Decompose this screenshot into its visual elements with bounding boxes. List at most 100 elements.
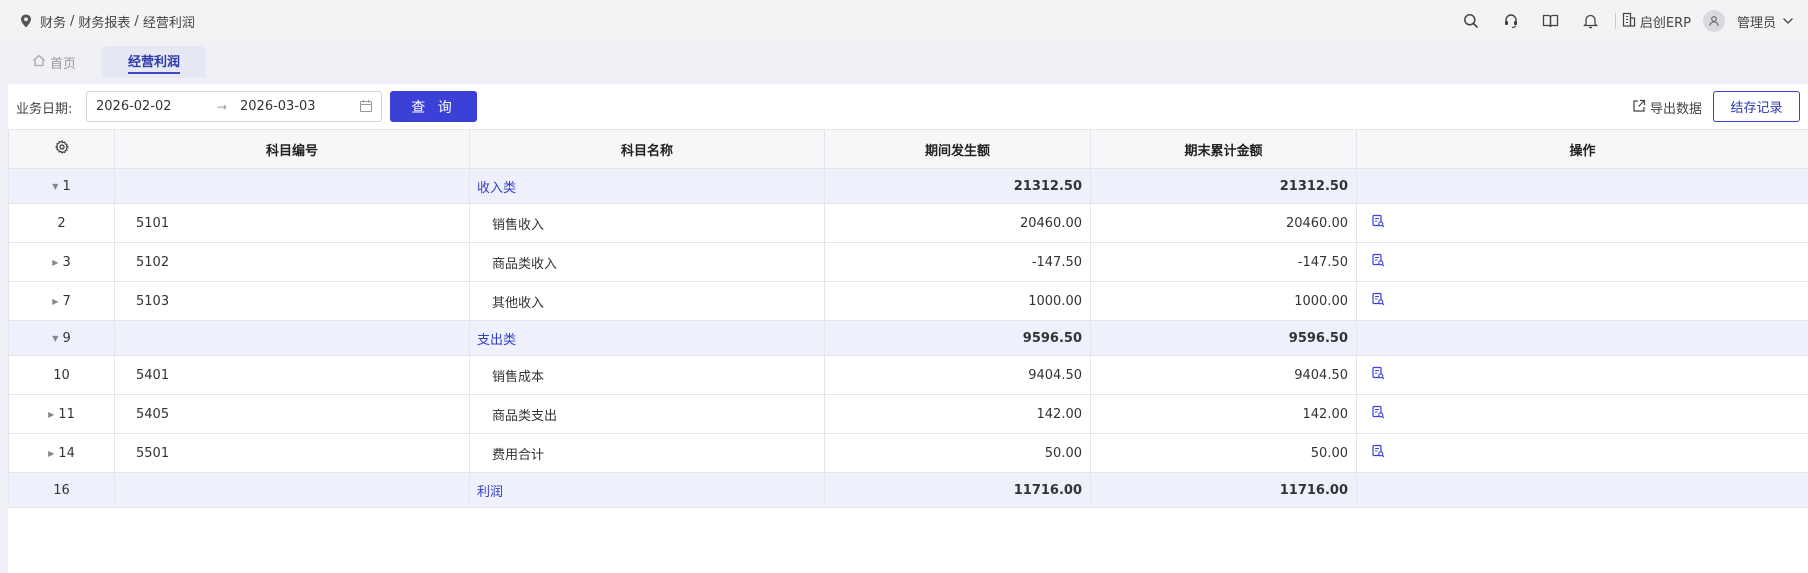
row-seq-cell: 10 [8,355,115,395]
row-seq: 10 [53,367,70,383]
expand-caret-icon[interactable]: ▶ [48,449,54,458]
actions-cell [1356,168,1808,204]
user-name: 管理员 [1736,15,1776,31]
period-amount-cell: 20460.00 [824,203,1091,243]
table-row[interactable]: 2 5101 销售收入 20460.00 20460.00 [8,203,1808,243]
actions-cell [1356,472,1808,508]
account-code-cell: 5501 [114,433,470,473]
table-row[interactable]: ▶ 11 5405 商品类支出 142.00 142.00 [8,394,1808,434]
row-seq-cell: 2 [8,203,115,243]
period-amount-cell: 9596.50 [824,320,1091,356]
breadcrumb-item-finance[interactable]: 财务 [40,12,66,31]
period-amount-cell: 21312.50 [824,168,1091,204]
view-detail-icon[interactable] [1371,214,1385,232]
group-row[interactable]: 16 利润 11716.00 11716.00 [8,472,1808,508]
view-detail-icon[interactable] [1371,405,1385,423]
view-detail-icon[interactable] [1371,292,1385,310]
date-filter-label: 业务日期: [16,102,73,117]
view-detail-icon[interactable] [1371,444,1385,462]
tab-bar: 首页 经营利润 [0,42,1808,78]
collapse-caret-icon[interactable]: ▼ [52,182,58,191]
tab-home[interactable]: 首页 [32,46,76,78]
cumulative-amount-cell: -147.50 [1090,242,1357,282]
actions-cell [1356,281,1808,321]
column-settings-header[interactable] [8,129,115,169]
actions-cell [1356,242,1808,282]
top-bar: 财务 / 财务报表 / 经营利润 启创ERP 管理员 [0,0,1808,42]
expand-caret-icon[interactable]: ▶ [48,410,54,419]
cumulative-amount-cell: 11716.00 [1090,472,1357,508]
tab-home-label: 首页 [50,56,77,72]
account-name-cell: 支出类 [469,320,825,356]
breadcrumb-item-reports[interactable]: 财务报表 [78,12,130,31]
cumulative-amount-cell: 50.00 [1090,433,1357,473]
header-tools: 启创ERP 管理员 [1451,0,1794,42]
account-name-cell: 商品类支出 [469,394,825,434]
table-row[interactable]: ▶ 14 5501 费用合计 50.00 50.00 [8,433,1808,473]
actions-cell [1356,203,1808,243]
row-seq-cell: ▶ 3 [8,242,115,282]
expand-caret-icon[interactable]: ▶ [52,258,58,267]
row-seq: 9 [62,330,71,346]
table-row[interactable]: ▶ 3 5102 商品类收入 -147.50 -147.50 [8,242,1808,282]
company-switcher[interactable]: 启创ERP [1622,12,1691,31]
table-row[interactable]: 10 5401 销售成本 9404.50 9404.50 [8,355,1808,395]
row-seq-cell: ▼ 1 [8,168,115,204]
cumulative-amount-cell: 9596.50 [1090,320,1357,356]
search-icon[interactable] [1451,13,1491,29]
account-name-cell: 收入类 [469,168,825,204]
cumulative-amount-cell: 20460.00 [1090,203,1357,243]
breadcrumb: 财务 / 财务报表 / 经营利润 [20,0,195,42]
collapse-caret-icon[interactable]: ▼ [52,334,58,343]
tab-active-label: 经营利润 [127,51,180,74]
row-seq: 2 [57,215,66,231]
chevron-down-icon [1782,14,1794,29]
filter-bar: 业务日期: 2026-02-02 → 2026-03-03 查 询 导出数据 结… [8,84,1808,128]
query-button[interactable]: 查 询 [390,91,477,122]
period-amount-cell: 9404.50 [824,355,1091,395]
actions-cell [1356,320,1808,356]
expand-caret-icon[interactable]: ▶ [52,297,58,306]
row-seq: 3 [62,254,71,270]
view-detail-icon[interactable] [1371,253,1385,271]
cumulative-amount-cell: 1000.00 [1090,281,1357,321]
export-data-link[interactable]: 导出数据 [1632,98,1702,117]
account-name-cell: 费用合计 [469,433,825,473]
column-header-code: 科目编号 [114,129,470,169]
row-seq-cell: ▶ 11 [8,394,115,434]
breadcrumb-item-current: 经营利润 [142,15,195,31]
tab-operating-profit[interactable]: 经营利润 [102,46,206,78]
row-seq-cell: ▼ 9 [8,320,115,356]
gear-icon[interactable] [54,140,69,158]
account-code-cell [114,472,470,508]
book-icon[interactable] [1531,13,1571,29]
end-date-input[interactable]: 2026-03-03 [240,99,316,114]
company-name: 启创ERP [1639,15,1691,31]
group-row[interactable]: ▼ 1 收入类 21312.50 21312.50 [8,168,1808,204]
row-seq: 1 [62,178,71,194]
user-avatar-icon [1702,10,1725,32]
calendar-icon[interactable] [359,99,373,117]
save-record-button[interactable]: 结存记录 [1713,91,1800,122]
column-header-name: 科目名称 [469,129,825,169]
actions-cell [1356,355,1808,395]
start-date-input[interactable]: 2026-02-02 [96,99,172,114]
user-menu[interactable]: 管理员 [1702,10,1794,32]
row-seq-cell: ▶ 7 [8,281,115,321]
date-range-picker[interactable]: 2026-02-02 → 2026-03-03 [86,91,382,122]
row-seq: 7 [62,293,71,309]
bell-icon[interactable] [1571,13,1611,29]
column-header-cumulative-amount: 期末累计金额 [1090,129,1357,169]
breadcrumb-separator: / [70,13,75,29]
table-body: ▼ 1 收入类 21312.50 21312.50 2 5101 销售收入 20460.00 20… [8,168,1808,508]
account-code-cell: 5101 [114,203,470,243]
date-range-arrow: → [217,99,228,114]
table-header-row: 科目编号 科目名称 期间发生额 期末累计金额 操作 [8,129,1808,169]
cumulative-amount-cell: 142.00 [1090,394,1357,434]
table-row[interactable]: ▶ 7 5103 其他收入 1000.00 1000.00 [8,281,1808,321]
period-amount-cell: -147.50 [824,242,1091,282]
row-seq: 11 [58,406,75,422]
group-row[interactable]: ▼ 9 支出类 9596.50 9596.50 [8,320,1808,356]
support-icon[interactable] [1491,13,1531,29]
view-detail-icon[interactable] [1371,366,1385,384]
